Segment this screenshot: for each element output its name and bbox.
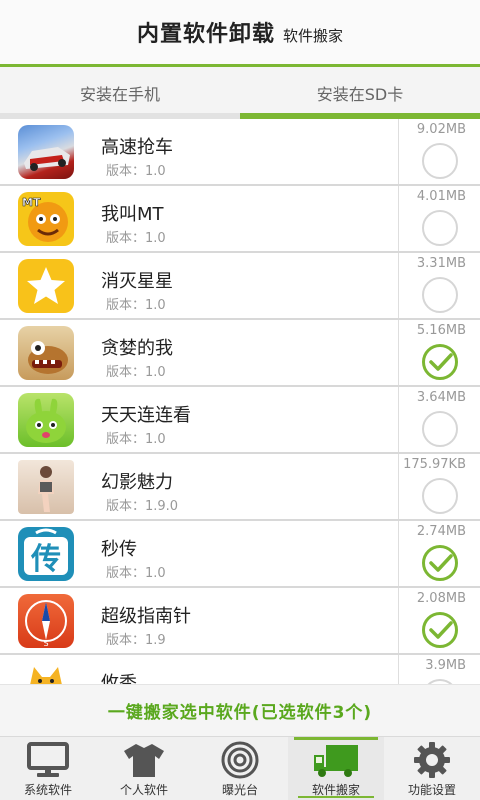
row-divider — [398, 588, 399, 653]
batch-move-button[interactable]: 一键搬家选中软件(已选软件3个) — [0, 684, 480, 736]
app-size: 175.97KB — [403, 457, 466, 472]
app-name: 贪婪的我 — [101, 338, 173, 359]
page-subtitle: 软件搬家 — [283, 26, 344, 45]
gear-icon — [412, 741, 452, 779]
compass-icon: S — [18, 594, 74, 648]
app-row[interactable]: 贪婪的我 版本：1.0 5.16MB — [0, 320, 480, 387]
row-divider — [398, 655, 399, 684]
nav-label: 系统软件 — [23, 783, 72, 797]
row-divider — [398, 119, 399, 184]
nav-label: 曝光台 — [221, 783, 258, 797]
row-divider — [398, 186, 399, 251]
select-checkbox[interactable] — [422, 143, 458, 179]
app-size: 9.02MB — [416, 122, 466, 137]
app-version: 版本：1.0 — [106, 432, 166, 447]
svg-text:传: 传 — [30, 542, 61, 577]
app-row[interactable]: 消灭星星 版本：1.0 3.31MB — [0, 253, 480, 320]
monitor-icon — [26, 741, 70, 779]
row-divider — [398, 387, 399, 452]
select-checkbox[interactable] — [422, 411, 458, 447]
app-version: 版本：1.0 — [106, 231, 166, 246]
tshirt-icon — [122, 741, 166, 779]
select-checkbox[interactable] — [422, 277, 458, 313]
app-version: 版本：1.0 — [106, 298, 166, 313]
row-divider — [398, 454, 399, 519]
app-size: 4.01MB — [416, 189, 466, 204]
app-name: 幻影魅力 — [101, 472, 173, 493]
check-icon — [429, 554, 453, 572]
mt-character-icon: MT — [18, 192, 74, 246]
svg-text:MT: MT — [22, 196, 41, 209]
app-name: 高速抢车 — [101, 137, 173, 158]
select-checkbox[interactable] — [422, 612, 458, 648]
app-name: 攸秀 — [101, 673, 137, 684]
select-checkbox[interactable] — [422, 210, 458, 246]
cat-icon — [18, 661, 74, 684]
tab-phone-label: 安装在手机 — [79, 85, 160, 104]
install-location-tabs: 安装在手机 安装在SD卡 — [0, 67, 480, 119]
nav-personal-apps[interactable]: 个人软件 — [96, 737, 192, 800]
tab-sd-card[interactable]: 安装在SD卡 — [240, 67, 480, 119]
app-version: 版本：1.9.0 — [106, 499, 179, 514]
app-row[interactable]: 攸秀 3.9MB — [0, 655, 480, 684]
app-name: 秒传 — [101, 539, 137, 560]
racing-car-icon — [18, 125, 74, 179]
app-header: 内置软件卸载 软件搬家 — [0, 0, 480, 64]
app-row[interactable]: 天天连连看 版本：1.0 3.64MB — [0, 387, 480, 454]
nav-settings[interactable]: 功能设置 — [384, 737, 480, 800]
check-icon — [429, 353, 453, 371]
app-name: 天天连连看 — [101, 405, 191, 426]
app-row[interactable]: MT 我叫MT 版本：1.0 4.01MB — [0, 186, 480, 253]
star-icon — [18, 259, 74, 313]
chuan-transfer-icon: 传 — [18, 527, 74, 581]
row-divider — [398, 320, 399, 385]
row-divider — [398, 521, 399, 586]
model-photo-icon — [18, 460, 74, 514]
app-version: 版本：1.0 — [106, 164, 166, 179]
select-checkbox[interactable] — [422, 545, 458, 581]
app-size: 3.9MB — [425, 658, 466, 673]
app-size: 5.16MB — [416, 323, 466, 338]
app-version: 版本：1.0 — [106, 365, 166, 380]
nav-app-move[interactable]: 软件搬家 — [288, 737, 384, 800]
app-size: 3.64MB — [416, 390, 466, 405]
tab-sd-card-label: 安装在SD卡 — [316, 85, 404, 104]
nav-exposure[interactable]: 曝光台 — [192, 737, 288, 800]
app-row[interactable]: S 超级指南针 版本：1.9 2.08MB — [0, 588, 480, 655]
app-version: 版本：1.9 — [106, 633, 166, 648]
select-checkbox[interactable] — [422, 478, 458, 514]
tab-phone[interactable]: 安装在手机 — [0, 67, 240, 119]
app-size: 2.74MB — [416, 524, 466, 539]
page-title: 内置软件卸载 — [136, 22, 275, 47]
greedy-monster-icon — [18, 326, 74, 380]
app-row[interactable]: 高速抢车 版本：1.0 9.02MB — [0, 119, 480, 186]
app-size: 2.08MB — [416, 591, 466, 606]
app-list[interactable]: 高速抢车 版本：1.0 9.02MB MT 我叫MT 版本：1.0 4.01MB… — [0, 119, 480, 684]
nav-system-apps[interactable]: 系统软件 — [0, 737, 96, 800]
app-size: 3.31MB — [416, 256, 466, 271]
nav-label: 功能设置 — [407, 783, 456, 797]
green-rabbit-icon — [18, 393, 74, 447]
app-row[interactable]: 传 秒传 版本：1.0 2.74MB — [0, 521, 480, 588]
bottom-nav: 系统软件 个人软件 曝光台 软件搬家 功能设置 — [0, 736, 480, 800]
app-name: 超级指南针 — [101, 606, 191, 627]
row-divider — [398, 253, 399, 318]
check-icon — [429, 621, 453, 639]
nav-label: 个人软件 — [119, 783, 168, 797]
target-icon — [220, 741, 260, 779]
app-name: 我叫MT — [101, 204, 164, 225]
app-version: 版本：1.0 — [106, 566, 166, 581]
truck-icon — [312, 741, 360, 779]
nav-label: 软件搬家 — [311, 783, 360, 797]
app-row[interactable]: 幻影魅力 版本：1.9.0 175.97KB — [0, 454, 480, 521]
batch-move-label: 一键搬家选中软件(已选软件3个) — [107, 703, 373, 723]
app-name: 消灭星星 — [101, 271, 173, 292]
select-checkbox[interactable] — [422, 344, 458, 380]
svg-text:S: S — [43, 639, 48, 648]
